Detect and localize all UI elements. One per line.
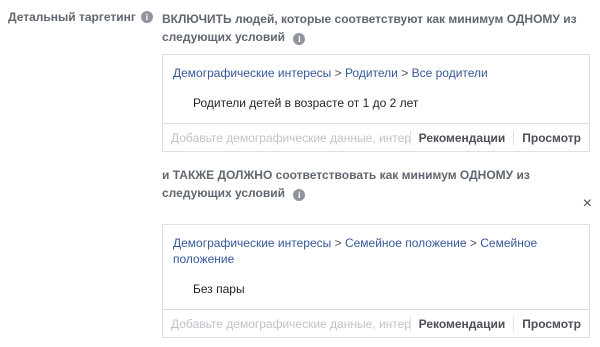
include-heading: ВКЛЮЧИТЬ людей, которые соответствуют ка… [162,10,592,46]
browse-button[interactable]: Просмотр [513,130,589,145]
recommendations-button[interactable]: Рекомендации [409,130,514,145]
breadcrumb-item[interactable]: Семейное положение [345,236,467,250]
info-icon[interactable]: i [293,33,306,45]
search-input[interactable]: Добавьте демографические данные, интер..… [163,131,410,145]
detailed-targeting-text: Детальный таргетинг [8,10,136,24]
narrow-heading: и ТАКЖЕ ДОЛЖНО соответствовать как миним… [162,166,592,202]
info-icon[interactable]: i [293,189,306,201]
breadcrumb: Демографические интересы > Семейное поло… [173,235,579,267]
search-input[interactable]: Добавьте демографические данные, интер..… [163,317,410,331]
narrow-heading-text: и ТАКЖЕ ДОЛЖНО соответствовать как миним… [162,168,530,200]
breadcrumb-separator: > [401,66,409,80]
include-criteria-box: Демографические интересы > Родители > Вс… [162,54,590,152]
breadcrumb-separator: > [334,66,342,80]
breadcrumb-item[interactable]: Демографические интересы [173,66,331,80]
breadcrumb-separator: > [469,236,477,250]
breadcrumb-item[interactable]: Все родители [412,66,488,80]
close-icon[interactable]: × [583,196,592,212]
browse-button[interactable]: Просмотр [513,316,589,331]
breadcrumb-item[interactable]: Демографические интересы [173,236,331,250]
detailed-targeting-label: Детальный таргетинг i [8,10,153,24]
include-heading-text: ВКЛЮЧИТЬ людей, которые соответствуют ка… [162,12,577,44]
selected-criterion[interactable]: Без пары [193,281,579,297]
breadcrumb: Демографические интересы > Родители > Вс… [173,65,579,81]
selected-criterion[interactable]: Родители детей в возрасте от 1 до 2 лет [193,95,579,111]
breadcrumb-separator: > [334,236,342,250]
narrow-criteria-box: Демографические интересы > Семейное поло… [162,224,590,338]
recommendations-button[interactable]: Рекомендации [409,316,514,331]
breadcrumb-item[interactable]: Родители [345,66,398,80]
info-icon[interactable]: i [140,11,153,23]
